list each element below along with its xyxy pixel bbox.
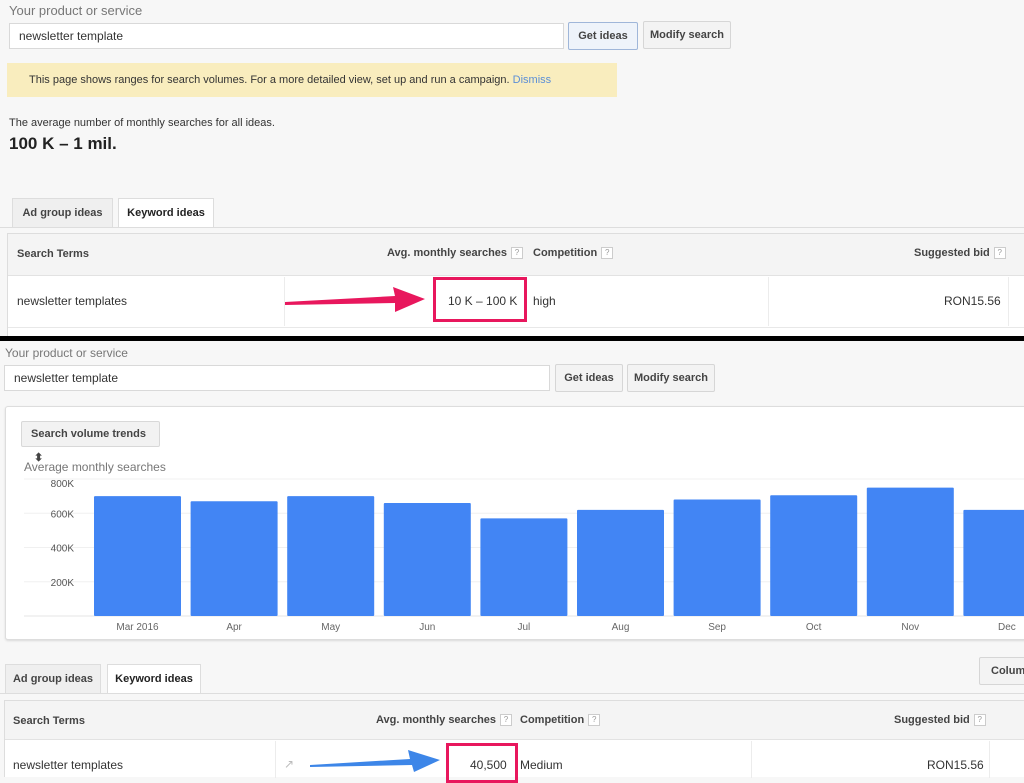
arrow-shape — [285, 287, 425, 312]
header-avg-monthly: Avg. monthly searches? — [387, 247, 523, 259]
tab-keyword-ideas[interactable]: Keyword ideas — [118, 198, 214, 228]
cell-competition: Medium — [520, 758, 563, 772]
annotation-arrow-pink — [285, 285, 430, 315]
tab-ad-group-ideas[interactable]: Ad group ideas — [5, 664, 101, 693]
bar-jun — [384, 503, 471, 616]
tab-keyword-ideas[interactable]: Keyword ideas — [107, 664, 201, 694]
highlight-box-range — [433, 277, 527, 322]
search-volume-notice: This page shows ranges for search volume… — [7, 63, 617, 97]
help-icon[interactable]: ? — [601, 247, 613, 259]
bar-sep — [674, 500, 761, 616]
bar-oct — [770, 495, 857, 616]
bar-jul — [480, 518, 567, 616]
arrow-shape — [310, 750, 440, 772]
screenshot-divider — [0, 336, 1024, 341]
product-label: Your product or service — [9, 3, 142, 18]
column-divider — [751, 741, 752, 778]
product-label: Your product or service — [5, 346, 128, 360]
header-suggested-bid: Suggested bid? — [894, 714, 986, 726]
header-competition: Competition? — [520, 714, 600, 726]
tab-strip-divider — [0, 227, 1024, 228]
tab-ad-group-ideas[interactable]: Ad group ideas — [12, 198, 113, 227]
help-icon[interactable]: ? — [511, 247, 523, 259]
select-label: Search volume trends — [31, 428, 146, 440]
x-tick-label: Nov — [901, 622, 919, 633]
header-avg-monthly: Avg. monthly searches? — [376, 714, 512, 726]
x-tick-label: Jun — [419, 622, 435, 633]
column-divider — [768, 277, 769, 326]
cell-search-term[interactable]: newsletter templates — [13, 758, 123, 772]
header-suggested-bid: Suggested bid? — [914, 247, 1006, 259]
tab-strip-divider — [0, 693, 1024, 694]
search-volume-trends-select[interactable]: Search volume trends ⬍ — [21, 421, 160, 447]
column-divider — [1008, 277, 1009, 326]
bar-mar-2016 — [94, 496, 181, 616]
highlight-box-exact — [446, 743, 518, 783]
trend-chart-icon[interactable]: ↗ — [284, 757, 294, 771]
avg-searches-value: 100 K – 1 mil. — [9, 134, 117, 154]
annotation-arrow-blue — [310, 748, 445, 774]
table-header: Search Terms Avg. monthly searches? Comp… — [5, 701, 1024, 740]
help-icon[interactable]: ? — [500, 714, 512, 726]
header-search-terms: Search Terms — [17, 248, 89, 260]
bar-apr — [191, 501, 278, 616]
product-search-input[interactable]: newsletter template — [9, 23, 564, 49]
modify-search-button[interactable]: Modify search — [627, 364, 715, 392]
bar-chart: 200K 400K 600K 800K Mar 2016 Apr May Jun Jul Aug S… — [0, 470, 1024, 635]
cell-competition: high — [533, 294, 556, 308]
get-ideas-button[interactable]: Get ideas — [555, 364, 623, 392]
modify-search-button[interactable]: Modify search — [643, 21, 731, 49]
header-search-terms: Search Terms — [13, 715, 85, 727]
x-tick-label: May — [321, 622, 340, 633]
help-icon[interactable]: ? — [588, 714, 600, 726]
table-header: Search Terms Avg. monthly searches? Comp… — [8, 234, 1024, 276]
column-divider — [275, 741, 276, 778]
x-tick-label: Aug — [612, 622, 630, 633]
notice-text: This page shows ranges for search volume… — [29, 74, 510, 86]
x-tick-label: Sep — [708, 622, 726, 633]
y-tick-label: 800K — [51, 479, 75, 490]
x-tick-label: Oct — [806, 622, 822, 633]
y-tick-label: 200K — [51, 578, 75, 589]
column-divider — [989, 741, 990, 778]
x-tick-label: Mar 2016 — [116, 622, 159, 633]
help-icon[interactable]: ? — [974, 714, 986, 726]
product-search-input[interactable]: newsletter template — [4, 365, 550, 391]
columns-button[interactable]: Colum — [979, 657, 1024, 685]
x-tick-label: Jul — [518, 622, 531, 633]
dismiss-link[interactable]: Dismiss — [513, 74, 552, 86]
bar-may — [287, 496, 374, 616]
y-tick-label: 600K — [51, 509, 75, 520]
bar-nov — [867, 488, 954, 616]
avg-searches-label: The average number of monthly searches f… — [9, 117, 275, 129]
bar-aug — [577, 510, 664, 616]
cell-search-term[interactable]: newsletter templates — [17, 294, 127, 308]
x-tick-label: Apr — [226, 622, 242, 633]
help-icon[interactable]: ? — [994, 247, 1006, 259]
cell-suggested-bid: RON15.56 — [927, 758, 984, 772]
x-tick-label: Dec — [998, 622, 1016, 633]
cell-suggested-bid: RON15.56 — [944, 294, 1001, 308]
get-ideas-button[interactable]: Get ideas — [568, 22, 638, 50]
y-tick-label: 400K — [51, 544, 75, 555]
bar-dec — [963, 510, 1024, 616]
header-competition: Competition? — [533, 247, 613, 259]
